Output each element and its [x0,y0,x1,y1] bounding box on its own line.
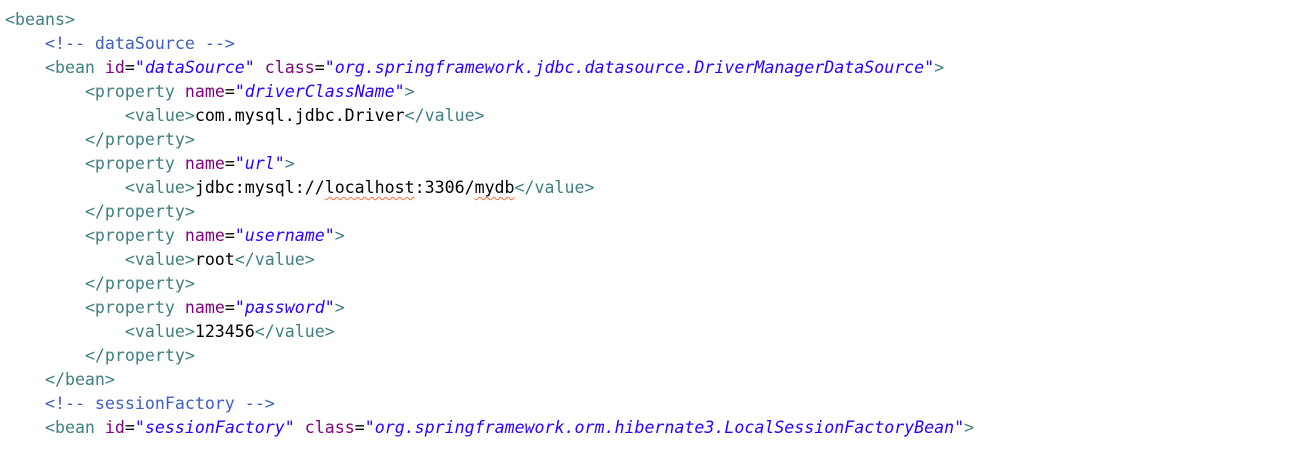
xml-tag-token: <property [84,82,185,101]
code-text-token: = [124,418,135,437]
xml-string-token: "username" [234,226,335,245]
xml-comment-token: <!-- dataSource --> [44,34,235,53]
code-text-token: = [354,418,365,437]
code-line[interactable]: <bean id="dataSource" class="org.springf… [5,56,974,80]
xml-tag-token: <value> [124,250,195,269]
xml-attribute-token: class [304,418,355,437]
xml-tag-token: > [284,154,295,173]
xml-tag-token: <value> [124,106,195,125]
xml-tag-token: <bean [44,418,105,437]
xml-tag-token: > [964,418,975,437]
xml-tag-token: </property> [84,202,195,221]
code-line[interactable]: <value>jdbc:mysql://localhost:3306/mydb<… [5,176,974,200]
code-text-token: = [224,82,235,101]
xml-tag-token: > [404,82,415,101]
xml-string-token: "org.springframework.jdbc.datasource.Dri… [324,58,935,77]
code-area[interactable]: <beans> <!-- dataSource --> <bean id="da… [5,8,974,440]
xml-tag-token: </value> [234,250,315,269]
xml-tag-token: <bean [44,58,105,77]
xml-attribute-token: name [184,298,225,317]
xml-tag-token: <property [84,226,185,245]
xml-attribute-token: id [104,58,125,77]
code-line[interactable]: </property> [5,272,974,296]
xml-tag-token: > [934,58,945,77]
code-line[interactable]: <property name="url"> [5,152,974,176]
code-line[interactable]: <property name="driverClassName"> [5,80,974,104]
code-line[interactable]: </property> [5,200,974,224]
xml-string-token: "url" [234,154,285,173]
code-text-token: = [314,58,325,77]
xml-tag-token: <property [84,154,185,173]
xml-attribute-token: name [184,154,225,173]
code-line[interactable]: <!-- dataSource --> [5,32,974,56]
xml-string-token: "org.springframework.orm.hibernate3.Loca… [364,418,965,437]
xml-code-editor[interactable]: <beans> <!-- dataSource --> <bean id="da… [0,0,1316,450]
code-text-token: 123456 [194,322,255,341]
code-text-token: = [224,154,235,173]
code-text-token: = [224,226,235,245]
xml-tag-token: > [334,298,345,317]
code-text-token: = [224,298,235,317]
code-text-token: jdbc:mysql:// [194,178,325,197]
xml-attribute-token: class [264,58,315,77]
xml-attribute-token: name [184,226,225,245]
misspelled-word-token: localhost [324,178,415,197]
xml-string-token: "dataSource" [134,58,255,77]
xml-string-token: "password" [234,298,335,317]
xml-string-token: "sessionFactory" [134,418,295,437]
misspelled-word-token: mydb [474,178,515,197]
xml-tag-token: </bean> [44,370,115,389]
code-line[interactable]: <value>com.mysql.jdbc.Driver</value> [5,104,974,128]
xml-tag-token: <value> [124,322,195,341]
xml-tag-token: </value> [404,106,485,125]
code-line[interactable]: </bean> [5,368,974,392]
code-line[interactable]: <!-- sessionFactory --> [5,392,974,416]
code-text-token: = [124,58,135,77]
code-line[interactable]: </property> [5,128,974,152]
xml-tag-token: </value> [514,178,595,197]
xml-comment-token: <!-- sessionFactory --> [44,394,275,413]
code-line[interactable]: <property name="password"> [5,296,974,320]
code-line[interactable]: <value>root</value> [5,248,974,272]
xml-attribute-token: id [104,418,125,437]
code-line[interactable]: <bean id="sessionFactory" class="org.spr… [5,416,974,440]
xml-tag-token: <beans> [5,10,75,29]
code-text-token: root [194,250,235,269]
code-line[interactable]: </property> [5,344,974,368]
code-text-token: :3306/ [414,178,475,197]
code-line[interactable]: <beans> [5,8,974,32]
xml-tag-token: </property> [84,274,195,293]
xml-tag-token: > [334,226,345,245]
xml-tag-token: </value> [254,322,335,341]
xml-tag-token: <property [84,298,185,317]
xml-tag-token: </property> [84,130,195,149]
xml-tag-token: <value> [124,178,195,197]
xml-attribute-token: name [184,82,225,101]
xml-tag-token: </property> [84,346,195,365]
xml-string-token: "driverClassName" [234,82,405,101]
code-line[interactable]: <value>123456</value> [5,320,974,344]
code-line[interactable]: <property name="username"> [5,224,974,248]
code-text-token: com.mysql.jdbc.Driver [194,106,405,125]
